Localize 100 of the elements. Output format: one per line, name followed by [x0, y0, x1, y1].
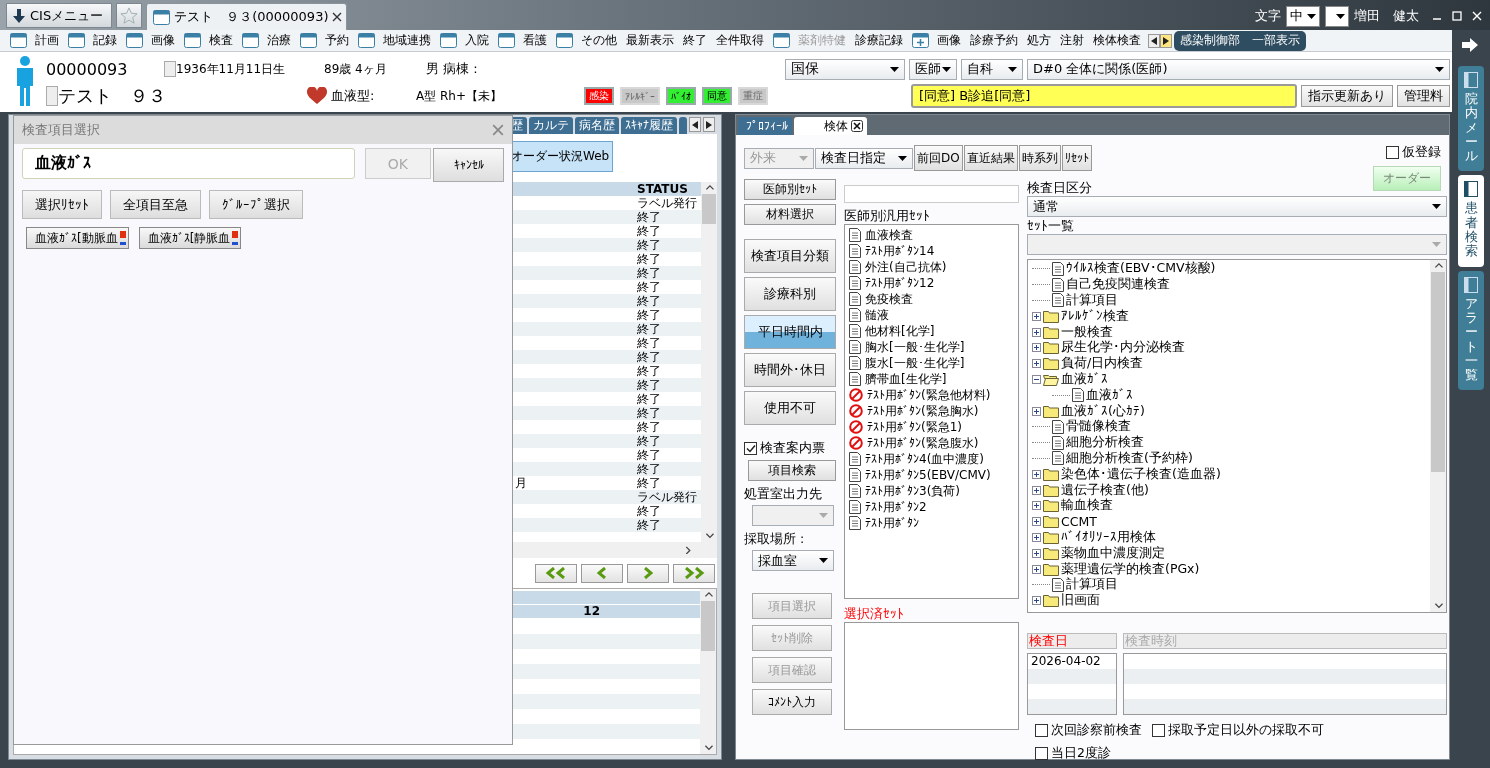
- checkbox[interactable]: [1035, 747, 1048, 760]
- list-item[interactable]: ﾃｽﾄ用ﾎﾞﾀﾝ(緊急胸水): [849, 403, 1014, 419]
- menu-item[interactable]: 診療記録: [853, 30, 910, 51]
- category-button[interactable]: 検査項目分類: [744, 239, 836, 273]
- insurance-dropdown[interactable]: 国保: [785, 58, 905, 80]
- tree-item[interactable]: 薬物血中濃度測定: [1032, 545, 1426, 562]
- list-item[interactable]: 胸水[一般･生化学]: [849, 339, 1014, 355]
- menu-item[interactable]: 検体検査: [1091, 30, 1148, 51]
- date-mode-dropdown[interactable]: 検査日指定: [815, 147, 913, 169]
- menu-item[interactable]: 終了: [681, 30, 714, 51]
- menu-item[interactable]: その他: [554, 30, 624, 51]
- chevron-up-icon[interactable]: [704, 184, 714, 192]
- side-tab[interactable]: 患者検索: [1458, 175, 1484, 267]
- checkbox[interactable]: [1152, 724, 1165, 737]
- scrollbar[interactable]: [1430, 260, 1446, 612]
- department-badge[interactable]: 感染制御部 一部表示: [1174, 30, 1306, 51]
- expand-icon[interactable]: [1032, 406, 1041, 416]
- status-flag[interactable]: 同意: [702, 87, 732, 105]
- expand-icon[interactable]: [1032, 343, 1041, 353]
- tree-item[interactable]: ｱﾚﾙｹﾞﾝ検査: [1032, 308, 1426, 325]
- menu-item[interactable]: 入院: [438, 30, 496, 51]
- maximize-icon[interactable]: [1452, 11, 1462, 21]
- panel-tab[interactable]: ﾌﾟﾛﾌｨｰﾙ: [738, 117, 792, 135]
- tree-item[interactable]: 血液ｶﾞｽ: [1052, 387, 1426, 404]
- checkbox[interactable]: [744, 442, 757, 455]
- item-search-button[interactable]: 項目検索: [748, 460, 836, 481]
- checkbox-option[interactable]: 採取予定日以外の採取不可: [1152, 722, 1324, 739]
- expand-icon[interactable]: [1032, 485, 1041, 495]
- menu-item[interactable]: 計画: [8, 30, 66, 51]
- text-field[interactable]: [844, 185, 1019, 203]
- tree-item[interactable]: 細胞分析検査(予約枠): [1032, 450, 1426, 467]
- list-item[interactable]: ﾃｽﾄ用ﾎﾞﾀﾝ5(EBV/CMV): [849, 467, 1014, 483]
- list-item[interactable]: ﾃｽﾄ用ﾎﾞﾀﾝ12: [849, 275, 1014, 291]
- menu-item[interactable]: 処方: [1025, 30, 1058, 51]
- list-item[interactable]: 免疫検査: [849, 291, 1014, 307]
- category-button[interactable]: 平日時間内: [744, 315, 836, 349]
- menu-item[interactable]: 最新表示: [624, 30, 681, 51]
- chevron-down-icon[interactable]: [704, 532, 714, 540]
- expand-icon[interactable]: [1032, 311, 1041, 321]
- date-class-dropdown[interactable]: 通常: [1027, 196, 1447, 217]
- menu-item[interactable]: 記録: [66, 30, 124, 51]
- tree-item[interactable]: 一般検査: [1032, 324, 1426, 340]
- role-dropdown[interactable]: 医師: [909, 58, 957, 80]
- menu-item[interactable]: 注射: [1058, 30, 1091, 51]
- list-item[interactable]: ﾃｽﾄ用ﾎﾞﾀﾝ(緊急1): [849, 419, 1014, 435]
- list-item[interactable]: 血液検査: [849, 227, 1014, 243]
- checkbox-option[interactable]: 次回診察前検査: [1035, 722, 1142, 739]
- category-button[interactable]: 診療科別: [744, 277, 836, 311]
- action-button[interactable]: 選択ﾘｾｯﾄ: [22, 190, 102, 219]
- favorite-button[interactable]: [116, 3, 143, 28]
- list-item[interactable]: ﾃｽﾄ用ﾎﾞﾀﾝ: [849, 515, 1014, 531]
- set-button[interactable]: 材料選択: [744, 204, 836, 225]
- item-button[interactable]: 血液ｶﾞｽ[静脈血: [138, 227, 242, 249]
- category-button[interactable]: 時間外･休日: [744, 353, 836, 387]
- list-item[interactable]: ﾃｽﾄ用ﾎﾞﾀﾝ14: [849, 243, 1014, 259]
- checkbox-option[interactable]: 当日2度診: [1035, 745, 1111, 762]
- expand-icon[interactable]: [1032, 532, 1041, 542]
- department-dropdown[interactable]: 自科: [961, 58, 1023, 80]
- expand-icon[interactable]: [1032, 596, 1041, 606]
- last-page-button[interactable]: [673, 563, 715, 583]
- expand-icon[interactable]: [1032, 517, 1041, 527]
- chevron-up-icon[interactable]: [1433, 262, 1443, 270]
- tree-item[interactable]: 輸血検査: [1032, 497, 1426, 514]
- collapse-icon[interactable]: [1032, 374, 1041, 384]
- list-item[interactable]: ﾃｽﾄ用ﾎﾞﾀﾝ(緊急腹水): [849, 435, 1014, 451]
- toolbar-button[interactable]: 時系列: [1018, 145, 1061, 171]
- action-button[interactable]: 管理料: [1397, 85, 1450, 107]
- action-button[interactable]: 全項目至急: [110, 190, 201, 219]
- scope-dropdown[interactable]: D#0 全体に関係(医師): [1027, 58, 1450, 80]
- chevron-up-icon[interactable]: [703, 591, 713, 599]
- list-item[interactable]: 髄液: [849, 307, 1014, 323]
- chevron-down-icon[interactable]: [1433, 602, 1443, 610]
- tree-item[interactable]: CCMT: [1032, 513, 1426, 530]
- expand-icon[interactable]: [1032, 327, 1041, 337]
- arrow-right-icon[interactable]: [1462, 38, 1480, 52]
- list-item[interactable]: ﾃｽﾄ用ﾎﾞﾀﾝ3(負荷): [849, 483, 1014, 499]
- close-icon[interactable]: [332, 12, 343, 22]
- list-item[interactable]: ﾃｽﾄ用ﾎﾞﾀﾝ(緊急他材料): [849, 387, 1014, 403]
- scroll-thumb[interactable]: [702, 194, 716, 224]
- panel-tab[interactable]: 検体: [794, 117, 867, 135]
- tree-item[interactable]: 血液ｶﾞｽ(心ｶﾃ): [1032, 403, 1426, 419]
- action-button[interactable]: 指示更新あり: [1301, 85, 1393, 107]
- tree-item[interactable]: 血液ｶﾞｽ: [1032, 371, 1426, 388]
- item-button[interactable]: 血液ｶﾞｽ[動脈血: [26, 227, 129, 249]
- scroll-thumb[interactable]: [1431, 272, 1445, 472]
- list-item[interactable]: 外注(自己抗体): [849, 259, 1014, 275]
- next-page-button[interactable]: [627, 563, 669, 583]
- menu-item[interactable]: 検査: [182, 30, 240, 51]
- set-button[interactable]: 医師別ｾｯﾄ: [744, 179, 836, 200]
- menu-item[interactable]: 診療予約: [968, 30, 1025, 51]
- place-dropdown[interactable]: 採血室: [752, 550, 834, 571]
- side-tab[interactable]: 院内メール: [1458, 66, 1484, 172]
- panel-tab[interactable]: カルテ: [529, 117, 573, 134]
- menu-item[interactable]: 画像: [124, 30, 182, 51]
- toolbar-button[interactable]: 直近結果: [963, 145, 1018, 171]
- action-button[interactable]: ｺﾒﾝﾄ入力: [752, 689, 832, 715]
- toolbar-button[interactable]: ﾘｾｯﾄ: [1061, 145, 1092, 171]
- expand-icon[interactable]: [1032, 359, 1041, 369]
- close-icon[interactable]: [851, 120, 863, 132]
- chevron-right-icon[interactable]: [684, 546, 693, 554]
